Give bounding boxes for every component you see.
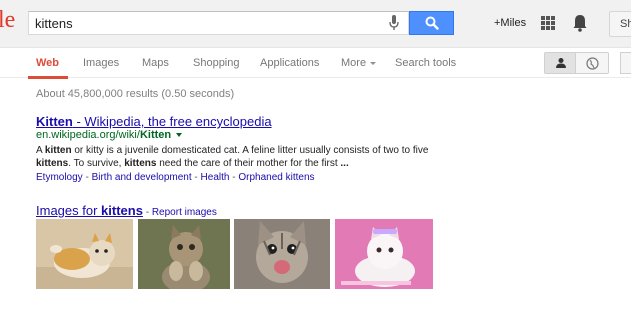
notification-bell-icon[interactable] — [573, 14, 587, 37]
personal-results-button[interactable] — [544, 52, 576, 74]
plus-user-link[interactable]: +Miles — [494, 17, 526, 29]
tab-maps[interactable]: Maps — [142, 57, 169, 69]
microphone-icon[interactable] — [389, 15, 403, 31]
apps-grid-icon[interactable] — [541, 16, 555, 30]
url-options-chevron-icon[interactable] — [176, 133, 183, 138]
images-separator: - — [142, 207, 152, 218]
images-for-query: kittens — [101, 203, 143, 218]
google-logo[interactable]: le — [0, 8, 15, 32]
tab-more-label: More — [341, 57, 367, 69]
search-box[interactable] — [28, 11, 409, 35]
images-for-prefix: Images for — [36, 203, 102, 218]
tab-shopping[interactable]: Shopping — [193, 57, 240, 69]
sitelink-orphaned[interactable]: Orphaned kittens — [238, 172, 314, 183]
result-url: en.wikipedia.org/wiki/Kitten — [36, 129, 183, 141]
snippet-ellipsis: ... — [340, 158, 349, 169]
image-thumb-2[interactable] — [138, 219, 230, 289]
report-images-link[interactable]: Report images — [152, 207, 217, 218]
images-for-link[interactable]: Images for kittens — [36, 203, 143, 218]
person-icon — [556, 58, 566, 68]
image-thumb-1[interactable] — [36, 219, 133, 289]
result-title-link[interactable]: Kitten - Wikipedia, the free encyclopedi… — [36, 114, 272, 129]
result-title-rest: - Wikipedia, the free encyclopedia — [72, 114, 272, 129]
result-url-bold: Kitten — [139, 129, 172, 141]
search-icon — [425, 16, 439, 30]
chevron-down-icon — [370, 61, 377, 65]
snippet-highlight: kittens — [36, 158, 69, 169]
sitelink-birth[interactable]: Birth and development — [92, 172, 192, 183]
snippet-text: or kitty is a juvenile domesticated cat.… — [71, 145, 429, 156]
image-thumb-3[interactable] — [234, 219, 330, 289]
tab-web[interactable]: Web — [36, 57, 59, 69]
snippet-highlight: kittens — [124, 158, 157, 169]
sitelink-separator: - — [191, 172, 201, 183]
globe-icon — [586, 57, 599, 70]
snippet-text: A — [36, 145, 45, 156]
images-header: Images for kittens - Report images — [36, 203, 217, 218]
image-thumb-4[interactable] — [335, 219, 433, 289]
active-tab-indicator — [28, 76, 68, 79]
sitelinks: Etymology - Birth and development - Heal… — [36, 172, 315, 183]
result-snippet: A kitten or kitty is a juvenile domestic… — [36, 144, 436, 170]
result-stats: About 45,800,000 results (0.50 seconds) — [36, 88, 235, 100]
sitelink-etymology[interactable]: Etymology — [36, 172, 83, 183]
tab-more[interactable]: More — [341, 57, 377, 69]
tab-search-tools[interactable]: Search tools — [395, 57, 456, 69]
global-results-button[interactable] — [575, 52, 609, 74]
search-input[interactable] — [35, 12, 375, 34]
snippet-text: need the care of their mother for the fi… — [156, 158, 341, 169]
settings-button[interactable] — [620, 52, 631, 74]
snippet-highlight: kitten — [44, 145, 72, 156]
search-button[interactable] — [409, 11, 454, 35]
tab-images[interactable]: Images — [83, 57, 119, 69]
sitelink-health[interactable]: Health — [201, 172, 230, 183]
search-tabs: Web Images Maps Shopping Applications Mo… — [0, 48, 631, 78]
top-bar: le +Miles Sh — [0, 0, 631, 48]
sitelink-separator: - — [82, 172, 92, 183]
tab-applications[interactable]: Applications — [260, 57, 319, 69]
share-button[interactable]: Sh — [609, 11, 631, 37]
sitelink-separator: - — [229, 172, 239, 183]
result-title-bold: Kitten — [36, 114, 73, 129]
result-url-prefix: en.wikipedia.org/wiki/ — [36, 129, 140, 141]
snippet-text: . To survive, — [68, 158, 125, 169]
